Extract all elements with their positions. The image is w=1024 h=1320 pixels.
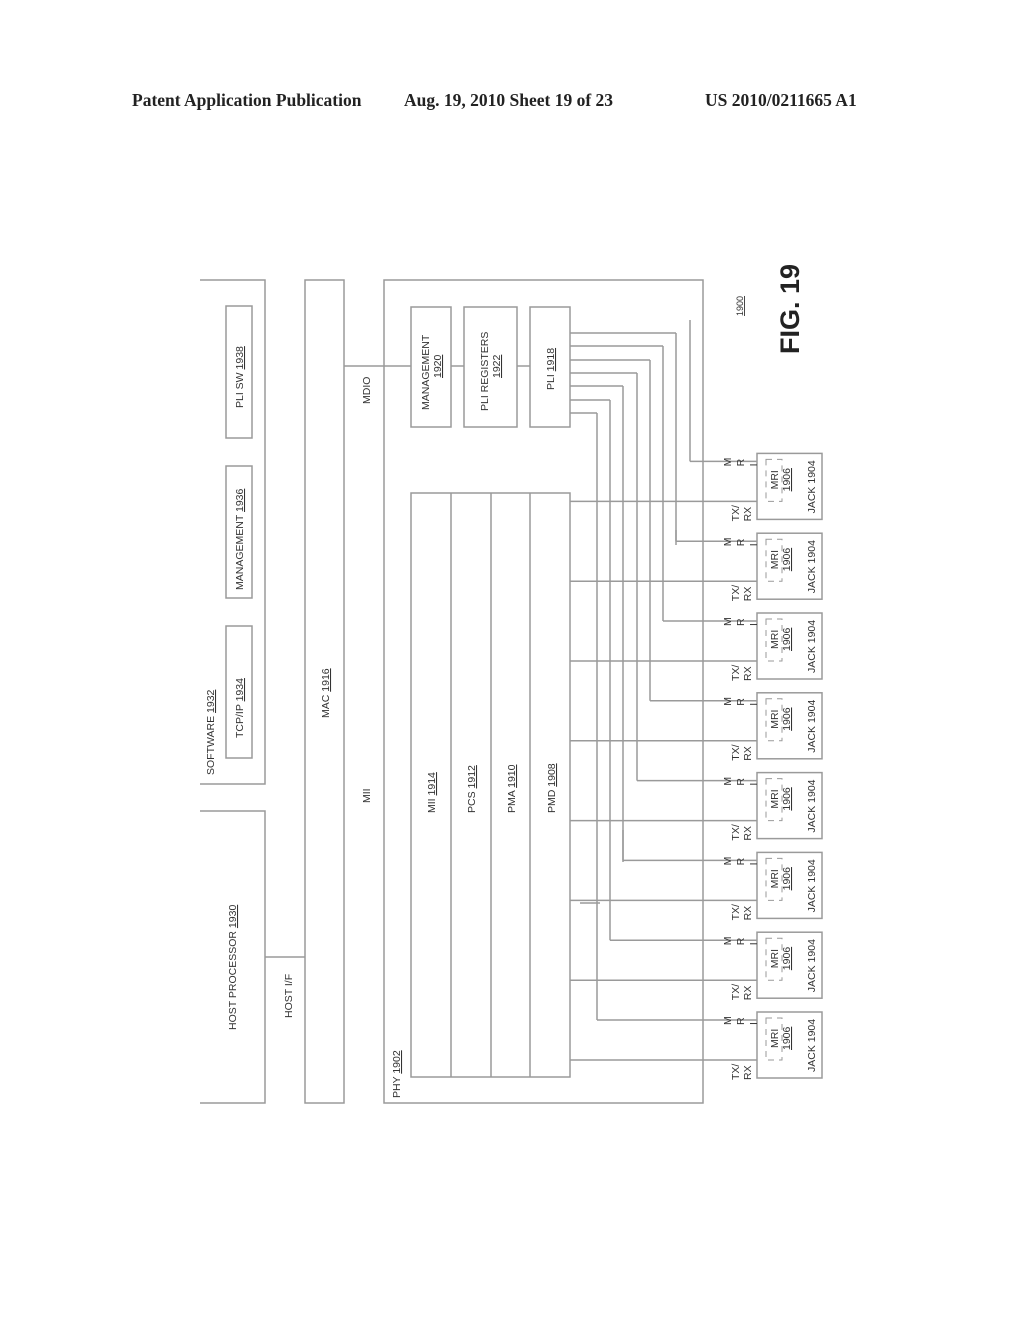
- mri-side-label: M: [722, 1016, 734, 1025]
- mri-side-label: R: [735, 698, 747, 706]
- txrx-label: RX: [742, 746, 754, 761]
- mri-side-label: R: [735, 778, 747, 786]
- jack-label: JACK 1904: [806, 700, 818, 753]
- mri-side-label: R: [735, 458, 747, 466]
- mri-side-label: I: [748, 862, 760, 865]
- figure-ref: 1900: [735, 296, 745, 316]
- mri-side-label: M: [722, 617, 734, 626]
- txrx-label: RX: [742, 666, 754, 681]
- txrx-label: TX/: [730, 824, 742, 840]
- mri-side-label: M: [722, 537, 734, 546]
- mri-label: MRI: [769, 710, 781, 729]
- mri-side-label: M: [722, 697, 734, 706]
- mri-side-label: I: [748, 463, 760, 466]
- jack-label: JACK 1904: [806, 1019, 818, 1072]
- jack-label: JACK 1904: [806, 779, 818, 832]
- mac-label: MAC 1916: [320, 668, 332, 718]
- mri-ref: 1906: [781, 947, 793, 971]
- mri-side-label: I: [748, 942, 760, 945]
- mii-link-label: MII: [361, 788, 373, 803]
- txrx-label: RX: [742, 986, 754, 1001]
- mri-side-label: M: [722, 936, 734, 945]
- mri-side-label: M: [722, 857, 734, 866]
- txrx-label: RX: [742, 587, 754, 602]
- txrx-label: TX/: [730, 744, 742, 760]
- mri-side-label: R: [735, 857, 747, 865]
- mri-side-label: M: [722, 458, 734, 467]
- mri-side-label: I: [748, 783, 760, 786]
- txrx-label: TX/: [730, 1064, 742, 1080]
- mri-side-label: I: [748, 623, 760, 626]
- layer-mii-label: MII 1914: [426, 772, 438, 813]
- mri-side-label: I: [748, 1022, 760, 1025]
- mri-label: MRI: [769, 470, 781, 489]
- mri-side-label: R: [735, 618, 747, 626]
- mri-side-label: R: [735, 1017, 747, 1025]
- tcpip-label: TCP/IP 1934: [234, 678, 246, 738]
- mri-label: MRI: [769, 949, 781, 968]
- jack-label: JACK 1904: [806, 460, 818, 513]
- pli-sw-label: PLI SW 1938: [234, 346, 246, 408]
- phy-label: PHY 1902: [391, 1050, 403, 1098]
- txrx-label: TX/: [730, 585, 742, 601]
- mri-ref: 1906: [781, 627, 793, 651]
- management-hw-label: MANAGEMENT: [420, 334, 432, 410]
- mri-ref: 1906: [781, 707, 793, 731]
- pli-label: PLI 1918: [545, 348, 557, 390]
- pli-registers-ref: 1922: [491, 354, 503, 378]
- software-label: SOFTWARE 1932: [205, 689, 217, 775]
- mri-side-label: M: [722, 777, 734, 786]
- mri-side-label: I: [748, 543, 760, 546]
- jack-label: JACK 1904: [806, 540, 818, 593]
- mri-side-label: R: [735, 937, 747, 945]
- mri-side-label: R: [735, 538, 747, 546]
- management-sw-label: MANAGEMENT 1936: [234, 488, 246, 590]
- figure-19-diagram: MRI 1906 JACK 1904TX/RXM R IMRI 1906 JACK 1904…: [200, 264, 823, 1104]
- txrx-label: TX/: [730, 904, 742, 920]
- management-hw-ref: 1920: [432, 354, 444, 378]
- txrx-label: RX: [742, 826, 754, 841]
- host-if-label: HOST I/F: [283, 974, 295, 1018]
- jack-label: JACK 1904: [806, 620, 818, 673]
- mri-ref: 1906: [781, 787, 793, 811]
- layer-pma-label: PMA 1910: [506, 764, 518, 813]
- mri-label: MRI: [769, 1029, 781, 1048]
- mri-label: MRI: [769, 550, 781, 569]
- mri-label: MRI: [769, 869, 781, 888]
- host-processor-label: HOST PROCESSOR 1930: [227, 905, 239, 1030]
- jack-label: JACK 1904: [806, 939, 818, 992]
- txrx-label: RX: [742, 1065, 754, 1080]
- txrx-label: TX/: [730, 665, 742, 681]
- txrx-label: RX: [742, 507, 754, 522]
- layer-pmd-label: PMD 1908: [546, 763, 558, 813]
- figure-label: FIG. 19: [775, 264, 805, 354]
- mri-ref: 1906: [781, 1026, 793, 1050]
- mri-ref: 1906: [781, 548, 793, 572]
- jack-label: JACK 1904: [806, 859, 818, 912]
- mri-ref: 1906: [781, 468, 793, 492]
- txrx-label: RX: [742, 906, 754, 921]
- pli-registers-label: PLI REGISTERS: [479, 332, 491, 411]
- txrx-label: TX/: [730, 984, 742, 1000]
- mdio-link-label: MDIO: [361, 377, 373, 404]
- mri-ref: 1906: [781, 867, 793, 891]
- layer-pcs-label: PCS 1912: [466, 765, 478, 813]
- txrx-label: TX/: [730, 505, 742, 521]
- mri-side-label: I: [748, 703, 760, 706]
- mri-label: MRI: [769, 789, 781, 808]
- mri-label: MRI: [769, 630, 781, 649]
